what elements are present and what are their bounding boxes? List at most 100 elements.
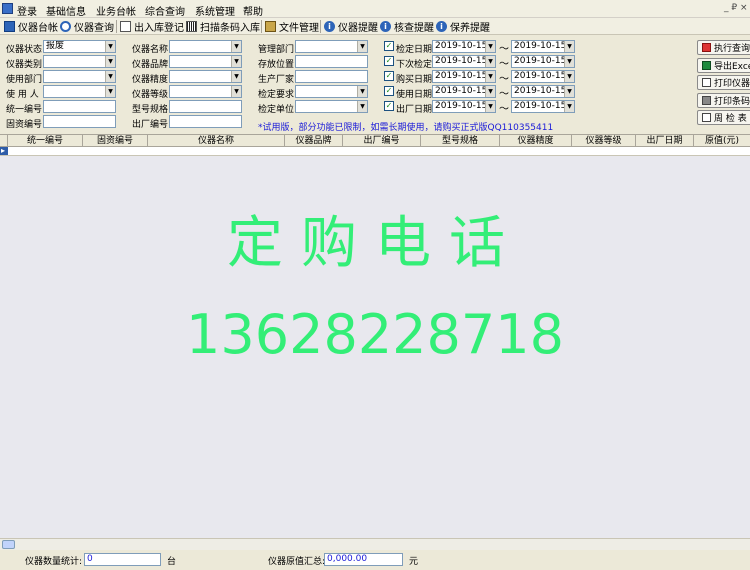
row-selector[interactable]: ▸ <box>0 146 8 155</box>
chevron-down-icon[interactable]: ▼ <box>564 41 574 52</box>
chevron-down-icon[interactable]: ▼ <box>105 71 115 82</box>
chevron-down-icon[interactable]: ▼ <box>105 86 115 97</box>
menu-login[interactable]: 登录 <box>17 3 37 18</box>
column-header[interactable]: 型号规格 <box>421 135 500 147</box>
date-next-calibration-to[interactable]: 2019-10-15 ▼ <box>511 55 575 68</box>
column-header[interactable]: 仪器等级 <box>572 135 636 147</box>
column-header[interactable]: 仪器名称 <box>148 135 285 147</box>
chevron-down-icon[interactable]: ▼ <box>564 86 574 97</box>
date-usage-to[interactable]: 2019-10-15 ▼ <box>511 85 575 98</box>
toolbar-ledger-button[interactable]: 仪器台帐 <box>4 19 58 34</box>
filter-serial-input[interactable] <box>169 115 242 128</box>
horizontal-scrollbar[interactable] <box>0 538 750 550</box>
chevron-down-icon[interactable]: ▼ <box>485 56 495 67</box>
filter-precision-select[interactable]: ▼ <box>169 70 242 83</box>
filter-status-label: 仪器状态 <box>6 45 43 55</box>
chevron-down-icon[interactable]: ▼ <box>231 41 241 52</box>
scroll-thumb[interactable] <box>2 540 15 549</box>
toolbar-scan-button[interactable]: 扫描条码入库 <box>186 19 260 34</box>
column-header[interactable]: 仪器精度 <box>500 135 572 147</box>
chevron-down-icon[interactable]: ▼ <box>105 41 115 52</box>
toolbar-inout-button[interactable]: 出入库登记 <box>120 19 184 34</box>
export-excel-label: 导出Excel <box>714 62 750 72</box>
run-query-button[interactable]: 执行查询 <box>697 40 750 55</box>
chevron-down-icon[interactable]: ▼ <box>105 56 115 67</box>
toolbar-instrument-reminder-button[interactable]: i 仪器提醒 <box>324 19 378 34</box>
date-calibration-label: 检定日期 <box>396 45 433 55</box>
date-check-next-calibration[interactable]: ✓ <box>384 56 394 66</box>
date-purchase-to[interactable]: 2019-10-15 ▼ <box>511 70 575 83</box>
column-header[interactable]: 出厂日期 <box>636 135 694 147</box>
date-usage-label: 使用日期 <box>396 90 433 100</box>
column-header[interactable]: 固资编号 <box>83 135 148 147</box>
date-usage-from[interactable]: 2019-10-15 ▼ <box>432 85 496 98</box>
chevron-down-icon[interactable]: ▼ <box>357 86 367 97</box>
filter-dept-select[interactable]: ▼ <box>43 70 116 83</box>
filter-grade-select[interactable]: ▼ <box>169 85 242 98</box>
chevron-down-icon[interactable]: ▼ <box>231 56 241 67</box>
filter-calibrator-select[interactable]: ▼ <box>295 100 368 113</box>
date-manufacture-from[interactable]: 2019-10-15 ▼ <box>432 100 496 113</box>
chevron-down-icon[interactable]: ▼ <box>485 71 495 82</box>
date-range-separator: ～ <box>499 74 509 85</box>
chevron-down-icon[interactable]: ▼ <box>357 41 367 52</box>
search-icon <box>60 21 71 32</box>
filter-requirement-select[interactable]: ▼ <box>295 85 368 98</box>
column-header[interactable]: 出厂编号 <box>343 135 421 147</box>
date-check-manufacture[interactable]: ✓ <box>384 101 394 111</box>
date-calibration-from[interactable]: 2019-10-15 ▼ <box>432 40 496 53</box>
chevron-down-icon[interactable]: ▼ <box>231 86 241 97</box>
date-calibration-to[interactable]: 2019-10-15 ▼ <box>511 40 575 53</box>
filter-model-input[interactable] <box>169 100 242 113</box>
filter-user-select[interactable]: ▼ <box>43 85 116 98</box>
date-check-purchase[interactable]: ✓ <box>384 71 394 81</box>
toolbar-check-reminder-button[interactable]: i 核查提醒 <box>380 19 434 34</box>
toolbar-files-button[interactable]: 文件管理 <box>265 19 319 34</box>
chevron-down-icon[interactable]: ▼ <box>485 86 495 97</box>
filter-name-select[interactable]: ▼ <box>169 40 242 53</box>
run-query-label: 执行查询 <box>714 44 750 54</box>
chevron-down-icon[interactable]: ▼ <box>231 71 241 82</box>
column-header[interactable]: 原值(元) <box>694 135 750 147</box>
filter-model-label: 型号规格 <box>132 105 169 115</box>
window-controls[interactable]: _ ₽ × <box>724 3 748 13</box>
toolbar-maintenance-reminder-button[interactable]: i 保养提醒 <box>436 19 490 34</box>
chevron-down-icon[interactable]: ▼ <box>485 101 495 112</box>
menu-basic-info[interactable]: 基础信息 <box>46 3 86 18</box>
chevron-down-icon[interactable]: ▼ <box>564 56 574 67</box>
chevron-down-icon[interactable]: ▼ <box>485 41 495 52</box>
filter-manufacturer-input[interactable] <box>295 70 368 83</box>
print-instrument-button[interactable]: 打印仪器 <box>697 75 750 90</box>
column-header[interactable]: 仪器品牌 <box>285 135 343 147</box>
filter-category-select[interactable]: ▼ <box>43 55 116 68</box>
date-check-usage[interactable]: ✓ <box>384 86 394 96</box>
filter-brand-select[interactable]: ▼ <box>169 55 242 68</box>
print-barcode-button[interactable]: 打印条码 <box>697 93 750 108</box>
menu-system[interactable]: 系统管理 <box>195 3 235 18</box>
table-row[interactable]: ▸ <box>0 146 750 156</box>
filter-asset-no-input[interactable] <box>43 115 116 128</box>
filter-manufacturer-label: 生产厂家 <box>258 75 295 85</box>
date-value: 2019-10-15 <box>514 56 567 66</box>
filter-mgmt-dept-select[interactable]: ▼ <box>295 40 368 53</box>
filter-status-select[interactable]: 报废 ▼ <box>43 40 116 53</box>
date-purchase-from[interactable]: 2019-10-15 ▼ <box>432 70 496 83</box>
column-header[interactable]: 统一编号 <box>8 135 83 147</box>
chevron-down-icon[interactable]: ▼ <box>357 101 367 112</box>
date-manufacture-to[interactable]: 2019-10-15 ▼ <box>511 100 575 113</box>
grid-header: 统一编号 固资编号 仪器名称 仪器品牌 出厂编号 型号规格 仪器精度 仪器等级 … <box>0 134 750 147</box>
toolbar-query-button[interactable]: 仪器查询 <box>60 19 114 34</box>
weekly-check-button[interactable]: 周 检 表 <box>697 110 750 125</box>
chevron-down-icon[interactable]: ▼ <box>564 71 574 82</box>
document-icon <box>702 113 711 122</box>
menu-help[interactable]: 帮助 <box>243 3 263 18</box>
menu-query[interactable]: 综合查询 <box>145 3 185 18</box>
filter-location-input[interactable] <box>295 55 368 68</box>
menu-ledger[interactable]: 业务台帐 <box>96 3 136 18</box>
date-next-calibration-from[interactable]: 2019-10-15 ▼ <box>432 55 496 68</box>
export-excel-button[interactable]: 导出Excel <box>697 58 750 73</box>
chevron-down-icon[interactable]: ▼ <box>564 101 574 112</box>
filter-unified-no-input[interactable] <box>43 100 116 113</box>
print-instrument-label: 打印仪器 <box>714 79 750 89</box>
date-check-calibration[interactable]: ✓ <box>384 41 394 51</box>
